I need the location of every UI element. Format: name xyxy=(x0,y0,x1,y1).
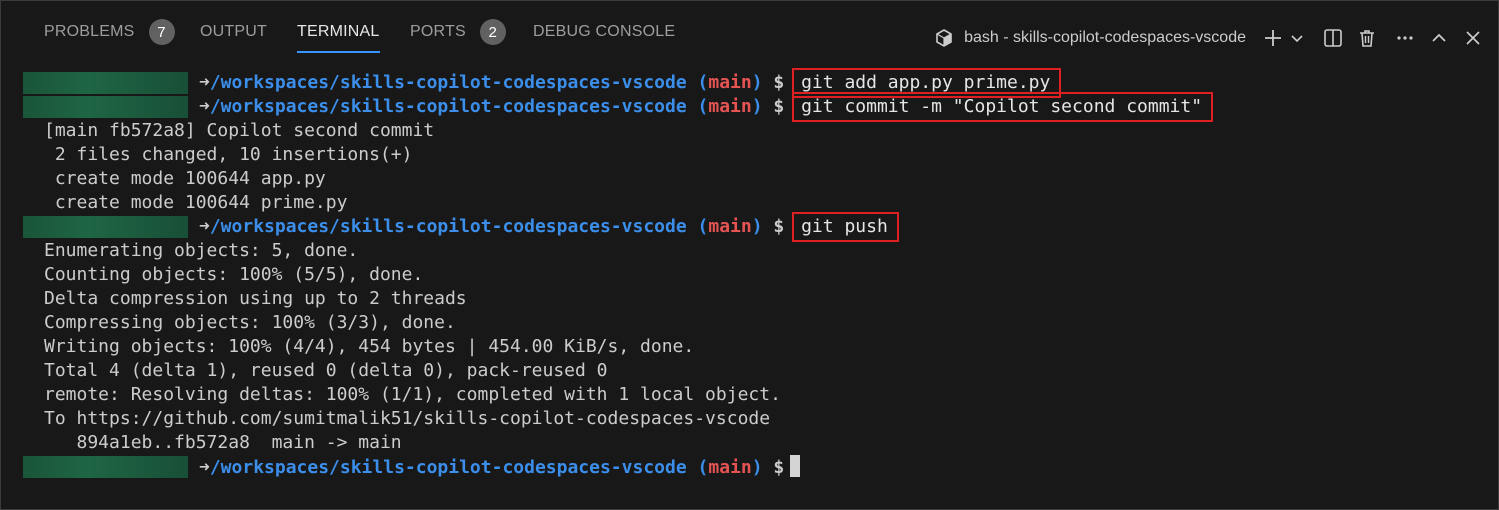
panel-tab-bar: PROBLEMS 7 OUTPUT TERMINAL PORTS 2 DEBUG… xyxy=(1,1,1498,63)
command-highlighted: git add app.py prime.py xyxy=(792,68,1062,98)
chevron-up-icon xyxy=(1432,33,1446,42)
close-panel-button[interactable] xyxy=(1456,23,1490,53)
tab-output[interactable]: OUTPUT xyxy=(200,1,267,63)
prompt-branch: main xyxy=(708,457,752,478)
branch-open-paren: ( xyxy=(697,96,709,117)
tab-problems-label: PROBLEMS xyxy=(44,23,135,40)
tab-terminal-label: TERMINAL xyxy=(297,23,380,40)
branch-close-paren: ) xyxy=(751,216,763,237)
output-line: remote: Resolving deltas: 100% (1/1), co… xyxy=(44,384,781,405)
prompt-line: ➜/workspaces/skills-copilot-codespaces-v… xyxy=(199,92,1214,122)
terminal-title: bash - skills-copilot-codespaces-vscode xyxy=(964,29,1246,46)
new-terminal-button[interactable] xyxy=(1260,23,1286,53)
prompt-arrow: ➜ xyxy=(199,216,210,237)
prompt-branch: main xyxy=(708,216,752,237)
prompt-dollar: $ xyxy=(773,457,785,478)
redacted-username xyxy=(23,72,188,94)
prompt-path: /workspaces/skills-copilot-codespaces-vs… xyxy=(209,72,687,93)
terminal-toolbar: bash - skills-copilot-codespaces-vscode xyxy=(934,1,1490,75)
terminal-panel: PROBLEMS 7 OUTPUT TERMINAL PORTS 2 DEBUG… xyxy=(0,0,1499,510)
output-line: [main fb572a8] Copilot second commit xyxy=(44,120,435,141)
ports-count-badge: 2 xyxy=(479,19,506,45)
tab-debug-console-label: DEBUG CONSOLE xyxy=(533,23,676,40)
branch-open-paren: ( xyxy=(697,72,709,93)
output-line: Delta compression using up to 2 threads xyxy=(44,288,467,309)
prompt-arrow: ➜ xyxy=(199,96,210,117)
prompt-dollar: $ xyxy=(773,96,785,117)
tab-ports-label: PORTS xyxy=(410,23,466,40)
output-line: Total 4 (delta 1), reused 0 (delta 0), p… xyxy=(44,360,608,381)
terminal-instance-selector[interactable]: bash - skills-copilot-codespaces-vscode xyxy=(934,28,1246,48)
output-line: Counting objects: 100% (5/5), done. xyxy=(44,264,424,285)
branch-open-paren: ( xyxy=(697,457,709,478)
trash-icon xyxy=(1360,30,1374,47)
kill-terminal-button[interactable] xyxy=(1350,23,1384,53)
output-line: create mode 100644 prime.py xyxy=(44,192,348,213)
prompt-arrow: ➜ xyxy=(199,72,210,93)
prompt-path: /workspaces/skills-copilot-codespaces-vs… xyxy=(209,216,687,237)
command-highlighted: git commit -m "Copilot second commit" xyxy=(792,92,1214,122)
output-line: 894a1eb..fb572a8 main -> main xyxy=(44,432,402,453)
output-line: create mode 100644 app.py xyxy=(44,168,326,189)
split-terminal-button[interactable] xyxy=(1316,23,1350,53)
tab-debug-console[interactable]: DEBUG CONSOLE xyxy=(533,1,675,63)
more-icon xyxy=(1397,36,1413,40)
redacted-username xyxy=(23,216,188,238)
terminal-cursor xyxy=(790,455,801,477)
branch-close-paren: ) xyxy=(751,96,763,117)
redacted-username xyxy=(23,456,188,478)
prompt-arrow: ➜ xyxy=(199,457,210,478)
more-actions-button[interactable] xyxy=(1388,23,1422,53)
prompt-branch: main xyxy=(708,72,752,93)
branch-close-paren: ) xyxy=(751,457,763,478)
prompt-line: ➜/workspaces/skills-copilot-codespaces-v… xyxy=(199,212,899,242)
prompt-line-current: ➜/workspaces/skills-copilot-codespaces-v… xyxy=(199,455,801,479)
tab-terminal[interactable]: TERMINAL xyxy=(297,1,380,63)
branch-close-paren: ) xyxy=(751,72,763,93)
output-line: To https://github.com/sumitmalik51/skill… xyxy=(44,408,771,429)
problems-count-badge: 7 xyxy=(148,19,175,45)
prompt-branch: main xyxy=(708,96,752,117)
maximize-panel-button[interactable] xyxy=(1422,23,1456,53)
plus-icon xyxy=(1265,30,1281,46)
output-line: Enumerating objects: 5, done. xyxy=(44,240,359,261)
tab-problems[interactable]: PROBLEMS 7 xyxy=(44,1,175,63)
output-line: 2 files changed, 10 insertions(+) xyxy=(44,144,413,165)
terminal-profile-dropdown[interactable] xyxy=(1286,23,1308,53)
branch-open-paren: ( xyxy=(697,216,709,237)
command-highlighted: git push xyxy=(792,212,899,242)
output-line: Compressing objects: 100% (3/3), done. xyxy=(44,312,456,333)
prompt-line: ➜/workspaces/skills-copilot-codespaces-v… xyxy=(199,68,1062,98)
prompt-dollar: $ xyxy=(773,72,785,93)
output-line: Writing objects: 100% (4/4), 454 bytes |… xyxy=(44,336,695,357)
split-icon xyxy=(1324,29,1342,47)
tab-output-label: OUTPUT xyxy=(200,23,267,40)
chevron-down-icon xyxy=(1291,35,1303,43)
close-icon xyxy=(1466,31,1480,45)
tab-ports[interactable]: PORTS 2 xyxy=(410,1,506,63)
prompt-dollar: $ xyxy=(773,216,785,237)
redacted-username xyxy=(23,96,188,118)
prompt-path: /workspaces/skills-copilot-codespaces-vs… xyxy=(209,96,687,117)
terminal-icon xyxy=(936,29,952,47)
prompt-path: /workspaces/skills-copilot-codespaces-vs… xyxy=(209,457,687,478)
